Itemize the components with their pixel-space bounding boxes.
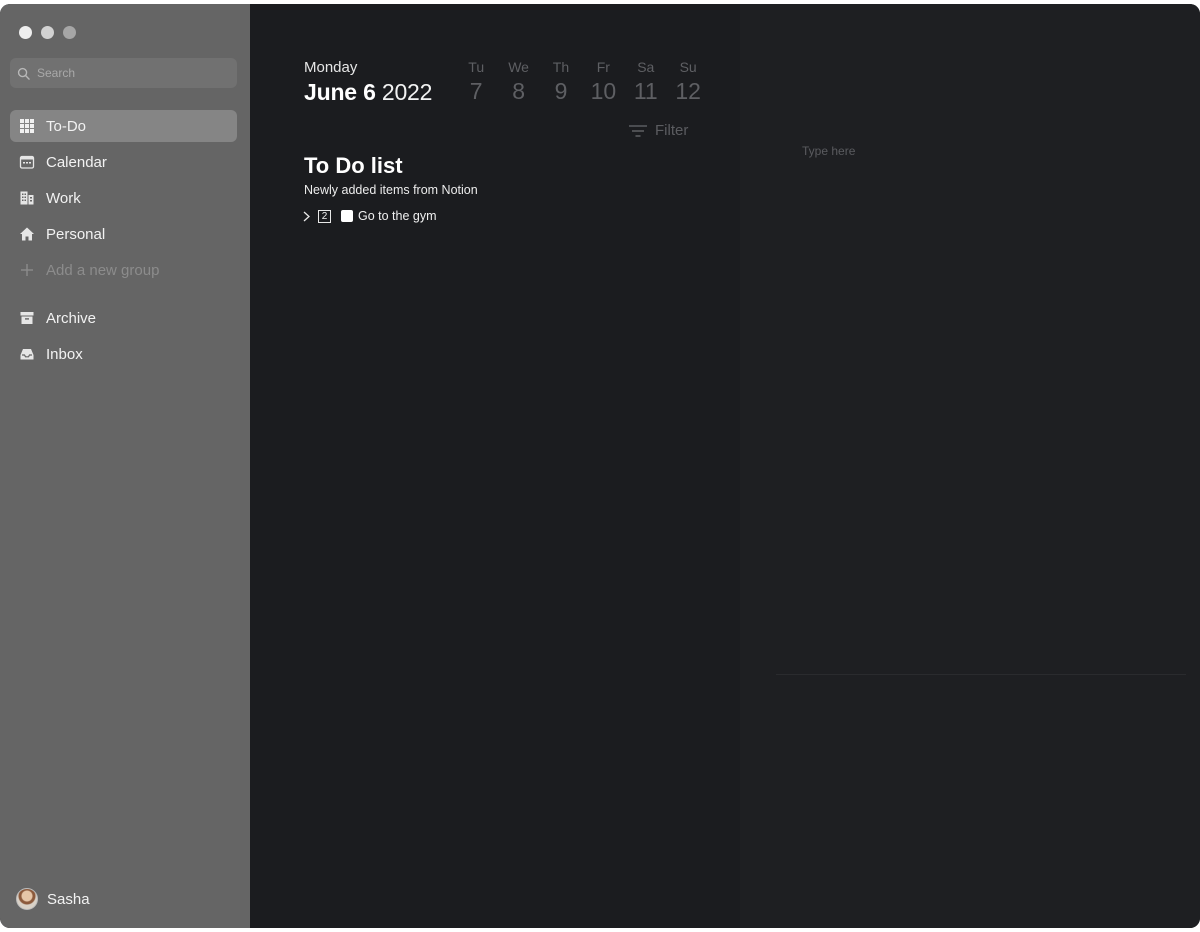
task-row: 2 Go to the gym	[302, 209, 437, 223]
sidebar-item-label: Calendar	[46, 153, 107, 171]
sidebar-nav: To-Do Calendar Work Personal Add a new g…	[10, 110, 237, 374]
year-label: 2022	[381, 79, 433, 105]
task-checkbox[interactable]	[341, 210, 353, 222]
notes-editor[interactable]: Type here	[802, 144, 855, 158]
day-number: 11	[633, 78, 658, 104]
day-abbr: Fr	[596, 59, 610, 75]
day-number: 10	[590, 78, 617, 104]
sidebar-item-label: Personal	[46, 225, 106, 243]
day-number: 8	[512, 78, 525, 104]
calendar-icon	[18, 153, 36, 171]
plus-icon	[18, 261, 36, 279]
sidebar-item-work[interactable]: Work	[10, 182, 237, 214]
window-controls	[19, 26, 76, 39]
sidebar-item-label: To-Do	[46, 117, 87, 135]
main-panel: Monday June 6 2022 Tu 7 We 8 Th 9 Fr 10	[250, 4, 740, 928]
sidebar-item-label: Archive	[46, 309, 97, 327]
day-friday[interactable]: Fr 10	[582, 59, 624, 105]
day-saturday[interactable]: Sa 11	[625, 59, 667, 105]
date-label: June 6	[304, 79, 376, 105]
building-icon	[18, 189, 36, 207]
app-window: To-Do Calendar	[0, 4, 1200, 928]
expand-toggle[interactable]	[302, 210, 312, 222]
close-window-button[interactable]	[19, 26, 32, 39]
week-strip: Tu 7 We 8 Th 9 Fr 10 Sa 11 Su 12	[455, 59, 709, 105]
minimize-window-button[interactable]	[41, 26, 54, 39]
day-number: 7	[469, 78, 483, 104]
user-profile[interactable]: Sasha	[16, 888, 90, 910]
subtask-count-badge: 2	[318, 209, 331, 223]
sidebar-item-label: Work	[46, 189, 81, 207]
filter-label: Filter	[655, 122, 689, 139]
inbox-tray-icon	[18, 345, 36, 363]
day-abbr: We	[508, 59, 529, 75]
list-subtitle: Newly added items from Notion	[304, 183, 478, 197]
zoom-window-button[interactable]	[63, 26, 76, 39]
house-icon	[18, 225, 36, 243]
sidebar-item-inbox[interactable]: Inbox	[10, 338, 237, 370]
day-abbr: Sa	[637, 59, 655, 75]
search-input[interactable]	[37, 66, 217, 80]
full-date: June 6 2022	[304, 79, 432, 106]
day-abbr: Su	[679, 59, 697, 75]
add-group-button[interactable]: Add a new group	[10, 254, 237, 286]
user-name: Sasha	[47, 890, 90, 908]
avatar	[16, 888, 38, 910]
sidebar: To-Do Calendar	[0, 4, 250, 928]
filter-icon	[629, 124, 647, 137]
archive-box-icon	[18, 309, 36, 327]
grid-icon	[18, 117, 36, 135]
sidebar-item-label: Inbox	[46, 345, 83, 363]
day-abbr: Th	[552, 59, 570, 75]
filter-button[interactable]: Filter	[628, 122, 688, 139]
day-thursday[interactable]: Th 9	[540, 59, 582, 105]
task-label[interactable]: Go to the gym	[358, 209, 437, 223]
day-tuesday[interactable]: Tu 7	[455, 59, 497, 105]
sidebar-item-todo[interactable]: To-Do	[10, 110, 237, 142]
search-icon	[17, 67, 30, 80]
day-abbr: Tu	[468, 59, 485, 75]
day-number: 9	[554, 78, 568, 104]
chevron-right-icon	[303, 211, 310, 221]
search-box[interactable]	[10, 58, 237, 88]
weekday-label: Monday	[304, 59, 358, 76]
day-wednesday[interactable]: We 8	[497, 59, 539, 105]
add-group-label: Add a new group	[46, 261, 160, 279]
list-title: To Do list	[304, 153, 403, 178]
sidebar-item-calendar[interactable]: Calendar	[10, 146, 237, 178]
day-number: 12	[675, 78, 701, 104]
divider	[776, 674, 1186, 675]
sidebar-item-personal[interactable]: Personal	[10, 218, 237, 250]
day-sunday[interactable]: Su 12	[667, 59, 709, 105]
current-date: Monday June 6 2022	[304, 59, 432, 106]
sidebar-item-archive[interactable]: Archive	[10, 302, 237, 334]
detail-panel: Type here	[740, 4, 1200, 928]
